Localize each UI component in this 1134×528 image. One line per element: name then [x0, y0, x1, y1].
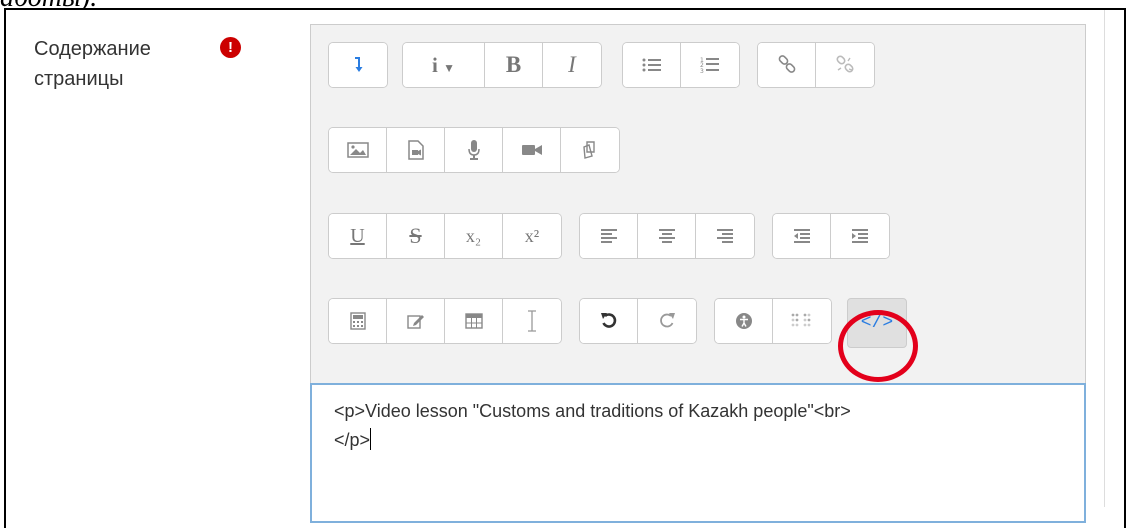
unlink-button[interactable] — [816, 43, 874, 87]
microphone-icon — [467, 140, 480, 160]
braille-dots-icon — [791, 313, 811, 327]
content-line-1: <p>Video lesson "Customs and traditions … — [334, 401, 851, 421]
editor-toolbar: i ▼ B I 1 2 3 U S x₂ x² </> — [311, 25, 1085, 383]
outdent-button[interactable] — [773, 214, 831, 258]
text-cursor-icon — [528, 310, 536, 332]
ordered-list-button[interactable]: 1 2 3 — [681, 43, 739, 87]
toolbar-group-style: i ▼ B I — [402, 42, 602, 88]
toolbar-group-collapse — [328, 42, 388, 88]
field-label-line1: Содержание — [34, 38, 151, 60]
svg-text:3: 3 — [700, 68, 704, 74]
numbered-list-icon: 1 2 3 — [700, 57, 719, 74]
bold-button[interactable]: B — [485, 43, 543, 87]
media-file-icon — [407, 140, 424, 160]
field-label: Содержание страницы — [34, 34, 151, 94]
strikethrough-button[interactable]: S — [387, 214, 445, 258]
redo-button[interactable] — [638, 299, 696, 343]
subscript-button[interactable]: x₂ — [445, 214, 503, 258]
toolbar-group-history — [579, 298, 697, 344]
exclamation-circle-icon: ! — [220, 37, 241, 58]
field-label-line2: страницы — [34, 68, 124, 90]
link-button[interactable] — [758, 43, 816, 87]
align-center-button[interactable] — [638, 214, 696, 258]
clear-formatting-button[interactable] — [503, 299, 561, 343]
toolbar-group-indent — [772, 213, 890, 259]
collapse-arrow-icon — [355, 57, 363, 72]
collapse-toolbar-button[interactable] — [329, 43, 387, 87]
underline-label: U — [350, 224, 365, 247]
rich-text-editor: i ▼ B I 1 2 3 U S x₂ x² </> <p>Video les… — [310, 24, 1086, 523]
screenreader-helper-button[interactable] — [773, 299, 831, 343]
insert-media-button[interactable] — [387, 128, 445, 172]
bulleted-list-icon — [642, 58, 661, 72]
toolbar-group-text-format: U S x₂ x² — [328, 213, 562, 259]
accessibility-icon — [735, 313, 752, 329]
unordered-list-button[interactable] — [623, 43, 681, 87]
align-right-button[interactable] — [696, 214, 754, 258]
italic-label: I — [568, 52, 576, 77]
undo-button[interactable] — [580, 299, 638, 343]
link-icon — [778, 55, 795, 73]
superscript-button[interactable]: x² — [503, 214, 561, 258]
content-line-2: </p> — [334, 426, 1062, 455]
paragraph-styles-button[interactable]: i ▼ — [403, 43, 485, 87]
subscript-label: x₂ — [465, 225, 482, 246]
indent-button[interactable] — [831, 214, 889, 258]
superscript-label: x² — [524, 225, 540, 246]
image-icon — [346, 142, 369, 158]
equation-button[interactable] — [329, 299, 387, 343]
editor-content-area[interactable]: <p>Video lesson "Customs and traditions … — [310, 383, 1086, 523]
toolbar-group-media — [328, 127, 620, 173]
red-circle-highlight — [838, 310, 918, 382]
toolbar-group-insert — [328, 298, 562, 344]
indent-icon — [852, 229, 868, 243]
table-icon — [464, 313, 483, 329]
manage-files-button[interactable] — [561, 128, 619, 172]
text-caret — [370, 428, 372, 450]
insert-image-button[interactable] — [329, 128, 387, 172]
align-right-icon — [717, 229, 733, 243]
toolbar-group-lists: 1 2 3 — [622, 42, 740, 88]
record-audio-button[interactable] — [445, 128, 503, 172]
toolbar-group-links — [757, 42, 875, 88]
align-center-icon — [658, 229, 675, 243]
record-video-button[interactable] — [503, 128, 561, 172]
calculator-icon — [349, 312, 366, 330]
underline-button[interactable]: U — [329, 214, 387, 258]
outdent-icon — [793, 229, 810, 243]
special-char-button[interactable] — [387, 299, 445, 343]
copy-files-icon — [583, 141, 595, 159]
column-divider — [1104, 10, 1105, 507]
accessibility-checker-button[interactable] — [715, 299, 773, 343]
align-left-icon — [600, 229, 617, 243]
italic-button[interactable]: I — [543, 43, 601, 87]
undo-icon — [600, 313, 616, 328]
strikethrough-label: S — [409, 223, 422, 248]
redo-icon — [660, 313, 675, 328]
content-line-2-text: </p> — [334, 430, 371, 450]
align-left-button[interactable] — [580, 214, 638, 258]
toolbar-group-align — [579, 213, 755, 259]
unlink-icon — [836, 55, 854, 73]
bold-label: B — [505, 52, 522, 77]
info-dropdown-icon: i ▼ — [432, 52, 455, 77]
toolbar-group-accessibility — [714, 298, 832, 344]
edit-pencil-icon — [406, 315, 424, 329]
table-button[interactable] — [445, 299, 503, 343]
video-camera-icon — [521, 145, 542, 155]
